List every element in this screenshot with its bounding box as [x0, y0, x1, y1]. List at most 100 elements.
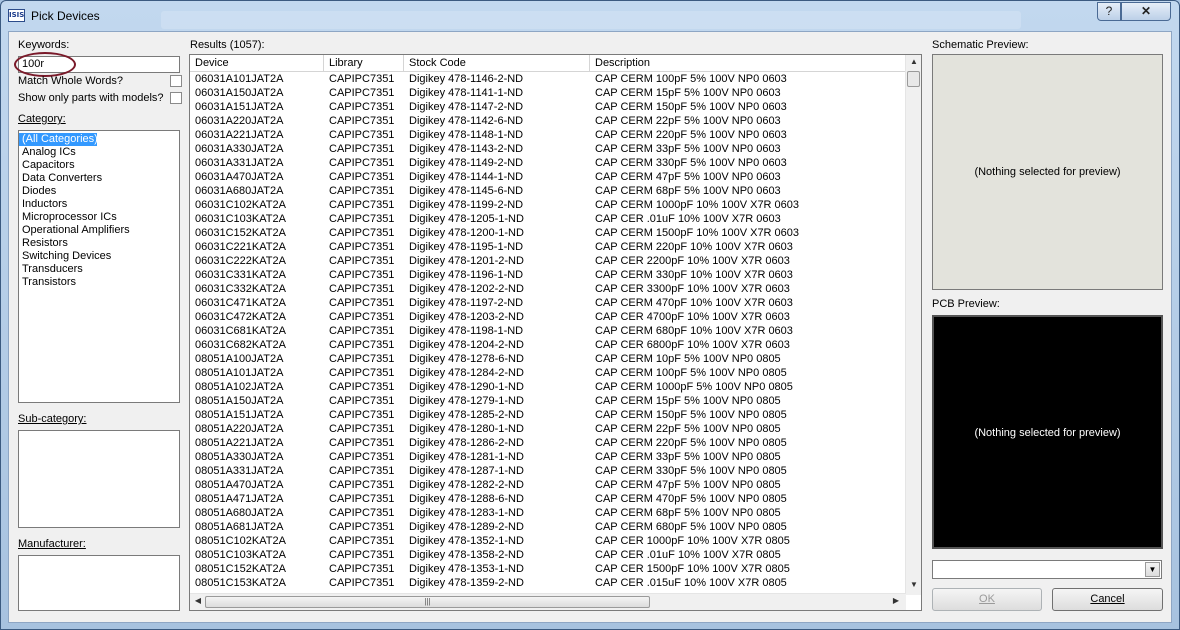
table-row[interactable]: 06031A470JAT2A CAPIPC7351 Digikey 478-1144…	[190, 170, 906, 184]
table-cell: Digikey 478-1146-2-ND	[409, 73, 524, 85]
table-row[interactable]: 08051A680JAT2A CAPIPC7351 Digikey 478-1283…	[190, 506, 906, 520]
close-button[interactable]: ✕	[1121, 2, 1171, 21]
table-row[interactable]: 06031A680JAT2A CAPIPC7351 Digikey 478-1145…	[190, 184, 906, 198]
table-row[interactable]: 06031A331JAT2A CAPIPC7351 Digikey 478-1149…	[190, 156, 906, 170]
results-body[interactable]: 06031A101JAT2A CAPIPC7351 Digikey 478-1146…	[190, 72, 906, 592]
category-item[interactable]: Resistors	[19, 237, 179, 250]
preview-variant-select[interactable]: ▼	[932, 560, 1162, 579]
results-table[interactable]: Device Library Stock Code Description 06031…	[189, 54, 922, 611]
chevron-down-icon[interactable]: ▼	[1145, 562, 1160, 577]
table-cell: CAP CERM 150pF 5% 100V NP0 0805	[595, 409, 787, 421]
column-header[interactable]: Library	[324, 55, 404, 72]
help-button[interactable]: ?	[1097, 2, 1121, 21]
table-row[interactable]: 08051C153KAT2A CAPIPC7351 Digikey 478-1359…	[190, 576, 906, 590]
table-cell: CAP CERM 47pF 5% 100V NP0 0603	[595, 171, 781, 183]
table-row[interactable]: 06031C331KAT2A CAPIPC7351 Digikey 478-1196…	[190, 268, 906, 282]
table-cell: CAP CER 3300pF 10% 100V X7R 0603	[595, 283, 790, 295]
category-item[interactable]: Inductors	[19, 198, 179, 211]
scroll-right-arrow-icon[interactable]: ▶	[888, 596, 904, 605]
table-cell: CAP CERM 1000pF 10% 100V X7R 0603	[595, 199, 800, 211]
table-row[interactable]: 08051A681JAT2A CAPIPC7351 Digikey 478-1289…	[190, 520, 906, 534]
category-list[interactable]: (All Categories) Analog ICs Capacitors Data…	[18, 130, 180, 403]
table-cell: 08051A331JAT2A	[195, 465, 284, 477]
table-cell: CAPIPC7351	[329, 311, 395, 323]
table-cell: Digikey 478-1201-2-ND	[409, 255, 524, 267]
column-header[interactable]: Device	[190, 55, 324, 72]
table-cell: CAPIPC7351	[329, 325, 395, 337]
results-vertical-scrollbar[interactable]: ▲ ▼	[905, 55, 921, 595]
table-row[interactable]: 06031A151JAT2A CAPIPC7351 Digikey 478-1147…	[190, 100, 906, 114]
table-row[interactable]: 08051A101JAT2A CAPIPC7351 Digikey 478-1284…	[190, 366, 906, 380]
table-cell: Digikey 478-1280-1-ND	[409, 423, 524, 435]
table-row[interactable]: 06031C102KAT2A CAPIPC7351 Digikey 478-1199…	[190, 198, 906, 212]
table-row[interactable]: 08051A100JAT2A CAPIPC7351 Digikey 478-1278…	[190, 352, 906, 366]
table-row[interactable]: 08051A220JAT2A CAPIPC7351 Digikey 478-1280…	[190, 422, 906, 436]
ok-button[interactable]: OK	[932, 588, 1042, 611]
table-row[interactable]: 08051C102KAT2A CAPIPC7351 Digikey 478-1352…	[190, 534, 906, 548]
category-item[interactable]: Operational Amplifiers	[19, 224, 179, 237]
horizontal-scroll-thumb[interactable]: |||	[205, 596, 650, 608]
table-row[interactable]: 06031C681KAT2A CAPIPC7351 Digikey 478-1198…	[190, 324, 906, 338]
match-whole-words-checkbox[interactable]	[170, 75, 182, 87]
category-item[interactable]: Analog ICs	[19, 146, 179, 159]
table-cell: CAPIPC7351	[329, 241, 395, 253]
category-item[interactable]: Data Converters	[19, 172, 179, 185]
table-cell: CAP CERM 100pF 5% 100V NP0 0805	[595, 367, 787, 379]
category-item[interactable]: Transistors	[19, 276, 179, 289]
table-cell: Digikey 478-1285-2-ND	[409, 409, 524, 421]
table-cell: CAP CERM 150pF 5% 100V NP0 0603	[595, 101, 787, 113]
table-row[interactable]: 06031C682KAT2A CAPIPC7351 Digikey 478-1204…	[190, 338, 906, 352]
table-row[interactable]: 08051A470JAT2A CAPIPC7351 Digikey 478-1282…	[190, 478, 906, 492]
subcategory-list[interactable]	[18, 430, 180, 528]
show-models-checkbox[interactable]	[170, 92, 182, 104]
category-item[interactable]: Capacitors	[19, 159, 179, 172]
vertical-scroll-thumb[interactable]	[907, 71, 920, 87]
table-cell: CAPIPC7351	[329, 465, 395, 477]
scroll-left-arrow-icon[interactable]: ◀	[190, 596, 206, 605]
table-cell: Digikey 478-1352-1-ND	[409, 535, 524, 547]
category-item[interactable]: Diodes	[19, 185, 179, 198]
table-row[interactable]: 08051C152KAT2A CAPIPC7351 Digikey 478-1353…	[190, 562, 906, 576]
cancel-button[interactable]: Cancel	[1052, 588, 1163, 611]
table-row[interactable]: 08051A471JAT2A CAPIPC7351 Digikey 478-1288…	[190, 492, 906, 506]
table-row[interactable]: 08051C103KAT2A CAPIPC7351 Digikey 478-1358…	[190, 548, 906, 562]
table-row[interactable]: 08051A151JAT2A CAPIPC7351 Digikey 478-1285…	[190, 408, 906, 422]
manufacturer-list[interactable]	[18, 555, 180, 611]
table-cell: 08051A330JAT2A	[195, 451, 284, 463]
category-item[interactable]: Transducers	[19, 263, 179, 276]
table-row[interactable]: 06031C222KAT2A CAPIPC7351 Digikey 478-1201…	[190, 254, 906, 268]
table-row[interactable]: 06031A221JAT2A CAPIPC7351 Digikey 478-1148…	[190, 128, 906, 142]
table-cell: Digikey 478-1282-2-ND	[409, 479, 524, 491]
table-row[interactable]: 06031C221KAT2A CAPIPC7351 Digikey 478-1195…	[190, 240, 906, 254]
table-cell: CAP CERM 470pF 5% 100V NP0 0805	[595, 493, 787, 505]
table-row[interactable]: 06031A150JAT2A CAPIPC7351 Digikey 478-1141…	[190, 86, 906, 100]
title-bar[interactable]: ISIS Pick Devices ? ✕	[1, 1, 1179, 31]
table-row[interactable]: 08051A150JAT2A CAPIPC7351 Digikey 478-1279…	[190, 394, 906, 408]
table-row[interactable]: 06031C332KAT2A CAPIPC7351 Digikey 478-1202…	[190, 282, 906, 296]
table-row[interactable]: 06031C103KAT2A CAPIPC7351 Digikey 478-1205…	[190, 212, 906, 226]
table-cell: CAP CERM 68pF 5% 100V NP0 0805	[595, 507, 781, 519]
table-cell: CAPIPC7351	[329, 115, 395, 127]
category-item[interactable]: (All Categories)	[19, 133, 98, 146]
table-cell: Digikey 478-1143-2-ND	[409, 143, 524, 155]
column-header[interactable]: Description	[590, 55, 906, 72]
column-header[interactable]: Stock Code	[404, 55, 590, 72]
table-cell: CAPIPC7351	[329, 339, 395, 351]
table-row[interactable]: 08051A330JAT2A CAPIPC7351 Digikey 478-1281…	[190, 450, 906, 464]
category-item[interactable]: Switching Devices	[19, 250, 179, 263]
table-row[interactable]: 06031A220JAT2A CAPIPC7351 Digikey 478-1142…	[190, 114, 906, 128]
table-cell: Digikey 478-1205-1-ND	[409, 213, 524, 225]
table-row[interactable]: 06031A101JAT2A CAPIPC7351 Digikey 478-1146…	[190, 72, 906, 86]
results-horizontal-scrollbar[interactable]: ◀ ||| ▶	[190, 593, 906, 610]
table-row[interactable]: 06031A330JAT2A CAPIPC7351 Digikey 478-1143…	[190, 142, 906, 156]
table-row[interactable]: 08051A102JAT2A CAPIPC7351 Digikey 478-1290…	[190, 380, 906, 394]
table-cell: 08051A680JAT2A	[195, 507, 284, 519]
table-row[interactable]: 06031C471KAT2A CAPIPC7351 Digikey 478-1197…	[190, 296, 906, 310]
scroll-up-arrow-icon[interactable]: ▲	[906, 57, 921, 66]
scroll-down-arrow-icon[interactable]: ▼	[906, 580, 921, 589]
table-row[interactable]: 08051A331JAT2A CAPIPC7351 Digikey 478-1287…	[190, 464, 906, 478]
category-item[interactable]: Microprocessor ICs	[19, 211, 179, 224]
table-row[interactable]: 08051A221JAT2A CAPIPC7351 Digikey 478-1286…	[190, 436, 906, 450]
table-row[interactable]: 06031C152KAT2A CAPIPC7351 Digikey 478-1200…	[190, 226, 906, 240]
table-row[interactable]: 06031C472KAT2A CAPIPC7351 Digikey 478-1203…	[190, 310, 906, 324]
